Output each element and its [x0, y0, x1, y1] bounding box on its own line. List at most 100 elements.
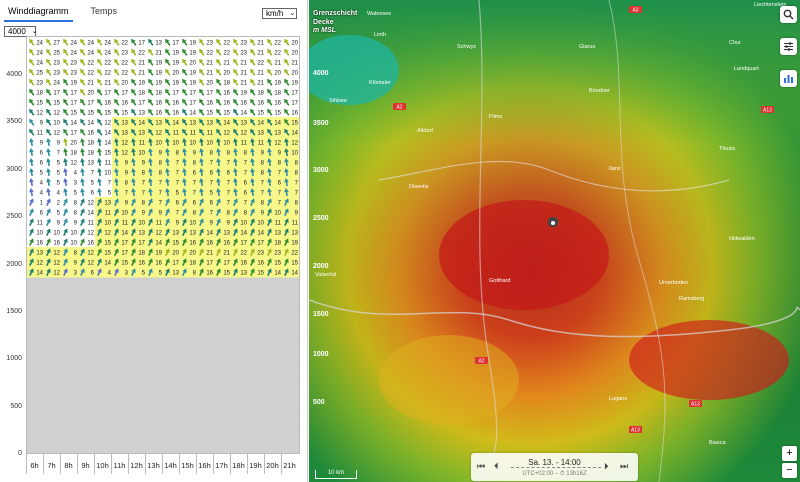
- map-panel[interactable]: 4000 3500 3000 2500 2000 1500 1000 500 Walensee…: [309, 0, 800, 482]
- wind-speed-label: 17: [138, 241, 145, 247]
- wind-speed-label: 12: [36, 111, 43, 117]
- wind-speed-label: 24: [53, 81, 60, 87]
- wind-speed-label: 11: [241, 141, 248, 147]
- wind-speed-label: 20: [172, 71, 179, 77]
- time-slider[interactable]: [511, 467, 601, 468]
- wind-speed-label: 17: [172, 91, 179, 97]
- legend-line: m MSL: [313, 27, 336, 34]
- wind-speed-label: 16: [257, 261, 264, 267]
- wind-speed-label: 12: [87, 261, 94, 267]
- wind-speed-label: 16: [155, 101, 162, 107]
- map-place-label: Altdorf: [417, 128, 433, 134]
- wind-speed-label: 17: [121, 241, 128, 247]
- x-tick-label: 21h: [283, 461, 296, 470]
- wind-speed-label: 20: [206, 81, 213, 87]
- x-tick-separator: [247, 454, 248, 474]
- wind-speed-label: 12: [53, 271, 60, 277]
- wind-speed-label: 15: [223, 111, 230, 117]
- x-tick-separator: [230, 454, 231, 474]
- y-tick-label: 1000: [6, 355, 22, 363]
- wind-speed-label: 16: [223, 91, 230, 97]
- chart-icon[interactable]: [780, 70, 797, 87]
- wind-speed-label: 10: [121, 211, 128, 217]
- x-tick-label: 6h: [30, 461, 39, 470]
- wind-speed-label: 17: [240, 241, 247, 247]
- wind-speed-label: 15: [257, 271, 264, 277]
- wind-speed-label: 21: [240, 61, 247, 67]
- wind-speed-label: 10: [53, 231, 60, 237]
- wind-speed-label: 22: [206, 51, 213, 57]
- zoom-in-icon[interactable]: +: [782, 446, 797, 461]
- tab-temps[interactable]: Temps: [87, 4, 122, 22]
- wind-speed-label: 15: [291, 261, 298, 267]
- wind-speed-label: 11: [139, 141, 146, 147]
- wind-speed-label: 15: [104, 151, 111, 157]
- wind-speed-label: 12: [87, 251, 94, 257]
- wind-speed-label: 14: [87, 211, 94, 217]
- x-tick-separator: [196, 454, 197, 474]
- wind-speed-label: 16: [206, 241, 213, 247]
- wind-speed-label: 15: [70, 111, 77, 117]
- svg-text:A13: A13: [691, 402, 700, 408]
- wind-speed-label: 10: [104, 221, 111, 227]
- wind-speed-label: 22: [87, 71, 94, 77]
- wind-speed-label: 17: [70, 131, 77, 137]
- wind-speed-label: 23: [274, 251, 281, 257]
- wind-speed-label: 16: [155, 261, 162, 267]
- wind-speed-label: 13: [36, 251, 43, 257]
- wind-speed-label: 14: [104, 141, 111, 147]
- wind-speed-label: 17: [70, 91, 77, 97]
- zoom-out-icon[interactable]: −: [782, 463, 797, 478]
- search-icon[interactable]: [780, 6, 797, 23]
- map-contour-label: 4000: [313, 70, 329, 77]
- wind-speed-label: 16: [206, 101, 213, 107]
- wind-speed-label: 20: [274, 71, 281, 77]
- wind-speed-label: 15: [121, 261, 128, 267]
- road-marker: A3: [629, 6, 642, 14]
- x-tick-label: 9h: [81, 461, 90, 470]
- legend-line: Grenzschicht: [313, 10, 358, 17]
- wind-speed-label: 11: [190, 131, 197, 137]
- wind-speed-label: 21: [223, 251, 230, 257]
- map-place-label: Urnerboden: [659, 280, 688, 286]
- wind-speed-label: 15: [274, 261, 281, 267]
- wind-speed-label: 22: [121, 61, 128, 67]
- wind-diagram-panel: Winddiagramm Temps km/h ⌄ 4000 ⌄ 4000 350…: [0, 0, 308, 482]
- x-tick-separator: [179, 454, 180, 474]
- wind-speed-label: 12: [70, 161, 77, 167]
- wind-speed-label: 21: [240, 81, 247, 87]
- wind-speed-label: 19: [155, 251, 162, 257]
- wind-speed-label: 12: [223, 131, 230, 137]
- wind-speed-label: 17: [206, 261, 213, 267]
- wind-speed-label: 21: [274, 61, 281, 67]
- wind-speed-label: 13: [121, 131, 128, 137]
- map-place-label: Glarus: [579, 44, 595, 50]
- wind-speed-label: 14: [257, 121, 264, 127]
- wind-speed-label: 17: [138, 41, 145, 47]
- unit-select[interactable]: km/h ⌄: [262, 8, 297, 19]
- wind-speed-label: 13: [206, 121, 213, 127]
- wind-speed-label: 11: [258, 141, 265, 147]
- wind-speed-label: 19: [274, 81, 281, 87]
- x-tick-separator: [43, 454, 44, 474]
- road-marker: A13: [689, 400, 702, 408]
- wind-speed-label: 23: [240, 51, 247, 57]
- wind-speed-label: 11: [292, 221, 299, 227]
- map-place-label: Bündner: [589, 88, 610, 94]
- wind-speed-label: 16: [36, 241, 43, 247]
- utc-label: UTC+02:00 – ⏱ 13h16Z: [522, 471, 587, 477]
- map-place-label: Flims: [489, 114, 502, 120]
- sliders-icon[interactable]: [780, 38, 797, 55]
- wind-speed-label: 24: [36, 61, 43, 67]
- terrain-map[interactable]: 4000 3500 3000 2500 2000 1500 1000 500 Walensee…: [309, 0, 800, 482]
- wind-speed-label: 13: [291, 231, 298, 237]
- x-tick-separator: [26, 454, 27, 474]
- wind-speed-label: 10: [274, 211, 281, 217]
- wind-speed-label: 22: [274, 41, 281, 47]
- wind-speed-label: 22: [104, 71, 111, 77]
- wind-speed-label: 24: [70, 41, 77, 47]
- svg-text:A2: A2: [396, 105, 402, 111]
- wind-speed-label: 14: [240, 111, 247, 117]
- step-forward-icon[interactable]: ⏵: [604, 461, 609, 472]
- skip-forward-icon[interactable]: ⏭: [620, 461, 628, 472]
